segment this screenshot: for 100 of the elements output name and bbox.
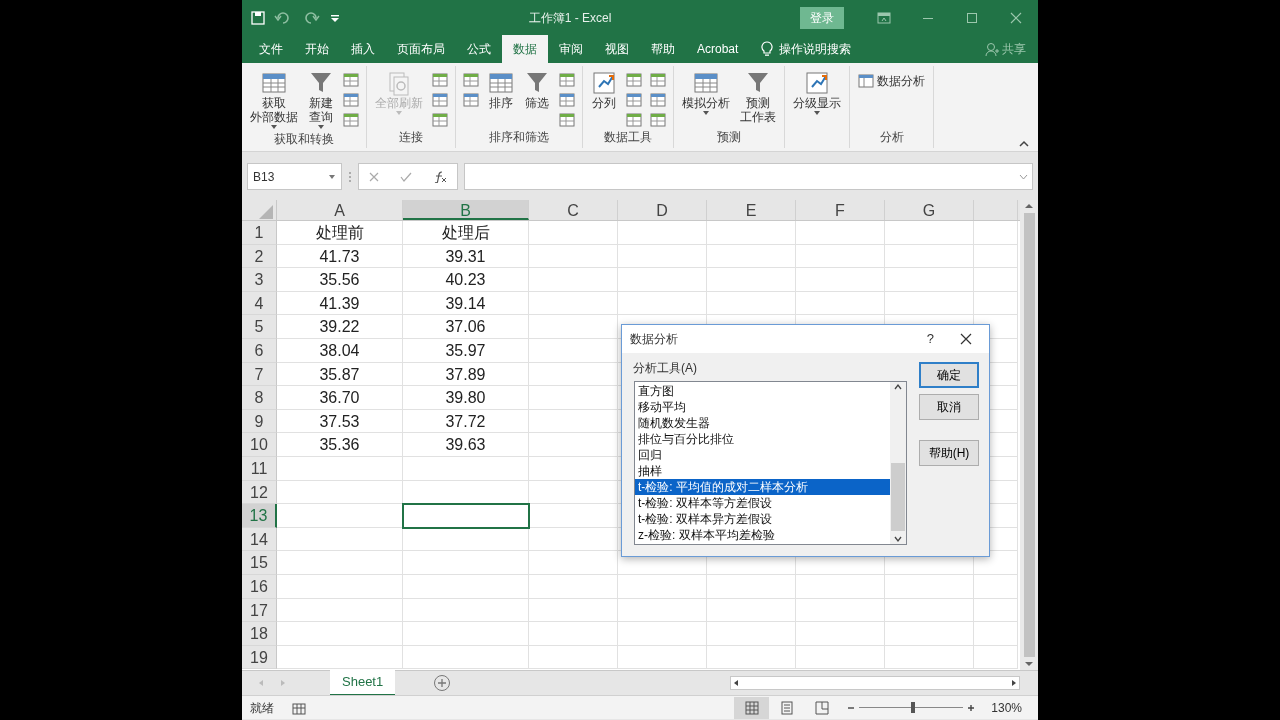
row-header[interactable]: 10: [242, 433, 277, 457]
dialog-button[interactable]: 帮助(H): [919, 440, 979, 466]
list-item[interactable]: t-检验: 平均值的成对二样本分析: [635, 479, 890, 495]
horizontal-scrollbar[interactable]: [730, 676, 1020, 690]
scroll-up-icon[interactable]: [893, 382, 903, 392]
vertical-scrollbar[interactable]: [1020, 200, 1038, 670]
collapse-icon[interactable]: [1019, 140, 1029, 147]
list-item[interactable]: t-检验: 双样本等方差假设: [635, 495, 890, 511]
column-header[interactable]: D: [618, 200, 707, 220]
formula-input[interactable]: [464, 163, 1033, 190]
row-header[interactable]: 2: [242, 244, 277, 269]
ribbon-button[interactable]: 新建 查询: [306, 70, 336, 130]
tool-icon[interactable]: [625, 92, 643, 108]
ribbon-button[interactable]: 分级显示: [791, 70, 843, 116]
column-header[interactable]: F: [796, 200, 885, 220]
lightbulb-icon[interactable]: [761, 41, 774, 57]
list-item[interactable]: 回归: [635, 447, 890, 463]
ribbon-tab[interactable]: 审阅: [548, 35, 594, 63]
ribbon-button[interactable]: 数据分析: [856, 70, 927, 92]
tool-icon[interactable]: [462, 92, 480, 108]
ribbon-button[interactable]: 获取 外部数据: [248, 70, 300, 130]
row-header[interactable]: 15: [242, 551, 277, 575]
row-header[interactable]: 19: [242, 645, 277, 670]
macro-icon[interactable]: [292, 700, 306, 715]
ribbon-tab[interactable]: 开始: [294, 35, 340, 63]
tool-icon[interactable]: [649, 112, 667, 128]
column-header[interactable]: C: [529, 200, 618, 220]
column-header[interactable]: B: [403, 200, 529, 220]
row-header[interactable]: 13: [242, 504, 277, 528]
tool-icon[interactable]: [625, 112, 643, 128]
tool-icon[interactable]: [558, 112, 576, 128]
row-header[interactable]: 3: [242, 268, 277, 292]
redo-icon[interactable]: [302, 10, 322, 25]
tool-icon[interactable]: [342, 92, 360, 108]
maximize-icon[interactable]: [966, 11, 978, 24]
dialog-button[interactable]: 取消: [919, 394, 979, 420]
help-button[interactable]: ?: [926, 329, 934, 349]
tool-icon[interactable]: [558, 92, 576, 108]
ribbon-tab[interactable]: 页面布局: [386, 35, 456, 63]
search-prompt[interactable]: 操作说明搜索: [779, 40, 852, 58]
row-header[interactable]: 8: [242, 386, 277, 410]
row-header[interactable]: 16: [242, 574, 277, 599]
list-scrollbar[interactable]: [890, 382, 906, 544]
row-header[interactable]: 5: [242, 315, 277, 339]
function-icon[interactable]: [432, 170, 447, 183]
name-box[interactable]: B13: [247, 163, 342, 190]
column-header[interactable]: G: [885, 200, 974, 220]
ribbon-tab[interactable]: 文件: [248, 35, 294, 63]
save-icon[interactable]: [250, 9, 266, 26]
row-header[interactable]: 7: [242, 362, 277, 387]
tool-icon[interactable]: [558, 72, 576, 88]
selected-cell[interactable]: [403, 504, 529, 528]
cancel-icon[interactable]: [369, 171, 380, 182]
scroll-down-icon[interactable]: [893, 534, 903, 544]
tool-icon[interactable]: [649, 92, 667, 108]
view-button[interactable]: [734, 696, 770, 719]
ribbon-tab[interactable]: Acrobat: [686, 35, 750, 63]
row-header[interactable]: 4: [242, 291, 277, 316]
zoom-in-icon[interactable]: [967, 703, 976, 712]
ribbon-tab[interactable]: 插入: [340, 35, 386, 63]
ribbon-tab[interactable]: 数据: [502, 35, 548, 63]
ribbon-tab[interactable]: 视图: [594, 35, 640, 63]
ribbon-tab[interactable]: 公式: [456, 35, 502, 63]
enter-icon[interactable]: [400, 171, 412, 182]
list-item[interactable]: z-检验: 双样本平均差检验: [635, 527, 890, 543]
list-item[interactable]: 抽样: [635, 463, 890, 479]
row-header[interactable]: 1: [242, 221, 277, 245]
tool-icon[interactable]: [342, 72, 360, 88]
tool-icon[interactable]: [462, 72, 480, 88]
list-item[interactable]: 随机数发生器: [635, 415, 890, 431]
row-header[interactable]: 9: [242, 409, 277, 434]
list-item[interactable]: 直方图: [635, 383, 890, 399]
column-header[interactable]: E: [707, 200, 796, 220]
zoom-level[interactable]: 130%: [991, 698, 1022, 717]
ribbon-display-icon[interactable]: [877, 11, 891, 24]
ribbon-button[interactable]: 排序: [486, 70, 516, 110]
row-header[interactable]: 18: [242, 622, 277, 646]
tool-icon[interactable]: [342, 112, 360, 128]
sheet-tab[interactable]: Sheet1: [330, 670, 396, 696]
tool-icon[interactable]: [431, 92, 449, 108]
close-icon[interactable]: [960, 333, 972, 345]
tool-icon[interactable]: [625, 72, 643, 88]
ribbon-button[interactable]: 分列: [589, 70, 619, 110]
row-header[interactable]: 11: [242, 456, 277, 481]
row-header[interactable]: 17: [242, 598, 277, 623]
person-icon[interactable]: [985, 42, 999, 56]
ribbon-button[interactable]: 预测 工作表: [738, 70, 778, 124]
row-header[interactable]: 12: [242, 480, 277, 505]
row-header[interactable]: 14: [242, 527, 277, 552]
list-item[interactable]: t-检验: 双样本异方差假设: [635, 511, 890, 527]
tool-icon[interactable]: [431, 72, 449, 88]
dialog-button[interactable]: 确定: [919, 362, 979, 388]
list-item[interactable]: 排位与百分比排位: [635, 431, 890, 447]
add-sheet-icon[interactable]: [433, 674, 452, 692]
row-header[interactable]: 6: [242, 338, 277, 363]
tool-icon[interactable]: [431, 112, 449, 128]
tool-icon[interactable]: [649, 72, 667, 88]
list-item[interactable]: 移动平均: [635, 399, 890, 415]
ribbon-button[interactable]: 模拟分析: [680, 70, 732, 116]
ribbon-tab[interactable]: 帮助: [640, 35, 686, 63]
